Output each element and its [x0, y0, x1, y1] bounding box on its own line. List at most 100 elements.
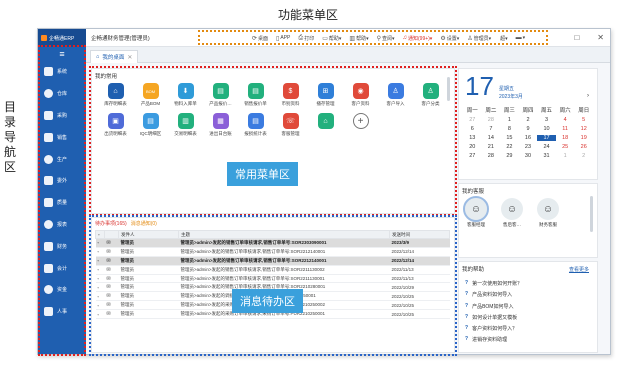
- avatar: ☺: [501, 198, 523, 220]
- help-item[interactable]: ? 进销存资料助理: [465, 336, 522, 343]
- calendar-day-cell[interactable]: 25: [556, 144, 575, 150]
- customer-service-agent[interactable]: ☺ 售后客…: [501, 198, 523, 228]
- maximize-button[interactable]: □: [574, 33, 579, 42]
- help-item[interactable]: ? 客户资料如何导入？: [465, 325, 522, 332]
- common-menu-overlay: 常用菜单区: [227, 162, 298, 186]
- window-controls: □ ✕: [574, 33, 604, 42]
- calendar-day-cell[interactable]: 22: [500, 144, 519, 150]
- calendar-weekday-header: 周日: [578, 108, 590, 114]
- calendar-day-cell[interactable]: 28: [482, 153, 501, 159]
- calendar-weekday-header: 周一: [466, 108, 478, 114]
- calendar-day-cell[interactable]: 27: [463, 117, 482, 123]
- function-menu-highlight: [198, 30, 548, 45]
- customer-service-panel: 我的客服 ☺ 客服经理 ☺ 售后客… ☺ 财务客服: [458, 183, 598, 258]
- customer-service-agent[interactable]: ☺ 财务客服: [537, 198, 559, 228]
- calendar-panel: 17 星期五 2023年3月 › 周一 周二 周三 周四 周五 周六 周日 27 28 1 2 3 4 5…: [458, 68, 598, 180]
- common-menu-highlight: [89, 66, 457, 216]
- calendar-day-cell[interactable]: 8: [500, 126, 519, 132]
- calendar-day-cell[interactable]: 19: [574, 135, 593, 141]
- calendar-weekday-header: 周三: [503, 108, 515, 114]
- calendar-day-cell[interactable]: 13: [463, 135, 482, 141]
- calendar-weekday-header: 周二: [485, 108, 497, 114]
- calendar-day-cell[interactable]: 5: [574, 117, 593, 123]
- customer-service-title: 我的客服: [462, 189, 485, 195]
- help-item-text: 进销存资料助理: [472, 337, 508, 344]
- help-item-text: 第一次使用如何开账？: [472, 281, 523, 287]
- calendar-day-cell[interactable]: 6: [463, 126, 482, 132]
- calendar-day-cell[interactable]: 26: [574, 144, 593, 150]
- calendar-weekday-header: 周五: [541, 108, 553, 114]
- tab-close-icon[interactable]: ✕: [127, 54, 132, 61]
- help-panel: 我的帮助 查看更多 ? 第一次使用如何开账？? 产品资料如何导入? 产品BOM如何导入…: [458, 261, 598, 353]
- message-overlay: 消息待办区: [232, 289, 303, 313]
- navigation-highlight: [38, 45, 86, 356]
- calendar-day-cell[interactable]: 2: [574, 153, 593, 159]
- calendar-day: 17: [465, 71, 494, 101]
- avatar: ☺: [463, 196, 489, 222]
- calendar-day-cell[interactable]: 15: [500, 135, 519, 141]
- navigation-callout: 目录导航区: [4, 100, 17, 174]
- tab-bar: ⌂ 我的桌面 ✕: [86, 47, 610, 63]
- help-more-link[interactable]: 查看更多: [569, 266, 589, 273]
- customer-service-scrollbar[interactable]: [590, 196, 593, 232]
- calendar-day-cell[interactable]: 11: [556, 126, 575, 132]
- customer-service-agent[interactable]: ☺ 客服经理: [463, 196, 489, 228]
- calendar-day-cell[interactable]: 28: [482, 117, 501, 123]
- calendar-today[interactable]: 17: [537, 135, 556, 141]
- calendar-day-cell[interactable]: 21: [482, 144, 501, 150]
- logo-icon: [41, 35, 47, 41]
- calendar-grid: 周一 周二 周三 周四 周五 周六 周日 27 28 1 2 3 4 5 6 7 8 9 10 11 12 13 14 15 1…: [463, 106, 593, 159]
- calendar-day-cell[interactable]: 31: [537, 153, 556, 159]
- calendar-day-cell[interactable]: 16: [519, 135, 538, 141]
- question-icon: ?: [465, 291, 469, 298]
- calendar-day-cell[interactable]: 14: [482, 135, 501, 141]
- customer-service-name: 售后客…: [503, 222, 521, 227]
- calendar-weekday-header: 周四: [522, 108, 534, 114]
- tab-label: 我的桌面: [102, 55, 125, 61]
- help-title: 我的帮助: [462, 267, 485, 273]
- calendar-day-cell[interactable]: 10: [537, 126, 556, 132]
- customer-service-name: 财务客服: [539, 222, 557, 227]
- calendar-day-cell[interactable]: 29: [500, 153, 519, 159]
- help-item[interactable]: ? 产品BOM如何导入: [465, 303, 522, 310]
- calendar-day-cell[interactable]: 12: [574, 126, 593, 132]
- calendar-weekday: 星期五: [499, 86, 515, 92]
- calendar-day-cell[interactable]: 18: [556, 135, 575, 141]
- question-icon: ?: [465, 336, 469, 343]
- calendar-day-cell[interactable]: 1: [556, 153, 575, 159]
- calendar-day-cell[interactable]: 2: [519, 117, 538, 123]
- help-item[interactable]: ? 第一次使用如何开账？: [465, 280, 522, 287]
- calendar-day-cell[interactable]: 3: [537, 117, 556, 123]
- main-area: 我的常用 ⌂ 库存明细表 BOM 产品BOM ⬇ 物料入库单 ▤ 产品报价… ▤ 销售报价单 $ 币别…: [86, 63, 610, 356]
- question-icon: ?: [465, 280, 469, 286]
- calendar-day-cell[interactable]: 4: [556, 117, 575, 123]
- close-button[interactable]: ✕: [597, 33, 604, 42]
- help-item-text: 客户资料如何导入？: [472, 326, 518, 333]
- tab-my-desktop[interactable]: ⌂ 我的桌面 ✕: [90, 50, 139, 63]
- calendar-next-button[interactable]: ›: [587, 93, 589, 99]
- help-item-text: 产品资料如何导入: [472, 292, 513, 299]
- message-highlight: [89, 215, 457, 356]
- customer-service-name: 客服经理: [467, 222, 485, 227]
- app-title: 企畅通ERP: [49, 35, 75, 42]
- app-window: 企畅通ERP ≡ 系统 仓库 采购 销售 生产 委外 质量 报表 财务 会计 资金 人事 企畅通财务管…: [37, 28, 611, 356]
- calendar-day-cell[interactable]: 1: [500, 117, 519, 123]
- calendar-weekday-header: 周六: [559, 108, 571, 114]
- calendar-day-cell[interactable]: 27: [463, 153, 482, 159]
- question-icon: ?: [465, 313, 469, 320]
- calendar-day-cell[interactable]: 20: [463, 144, 482, 150]
- help-item-text: 如何设计单据又模板: [472, 314, 518, 321]
- function-menu-callout: 功能菜单区: [278, 8, 339, 22]
- question-icon: ?: [465, 325, 469, 332]
- help-item[interactable]: ? 产品资料如何导入: [465, 291, 522, 298]
- window-title: 企畅通财务管理(管理员): [91, 35, 150, 42]
- question-icon: ?: [465, 302, 469, 309]
- help-item[interactable]: ? 如何设计单据又模板: [465, 314, 522, 321]
- calendar-day-cell[interactable]: 24: [537, 144, 556, 150]
- avatar: ☺: [537, 198, 559, 220]
- calendar-day-cell[interactable]: 30: [519, 153, 538, 159]
- home-icon: ⌂: [96, 54, 100, 60]
- calendar-day-cell[interactable]: 7: [482, 126, 501, 132]
- calendar-day-cell[interactable]: 23: [519, 144, 538, 150]
- calendar-day-cell[interactable]: 9: [519, 126, 538, 132]
